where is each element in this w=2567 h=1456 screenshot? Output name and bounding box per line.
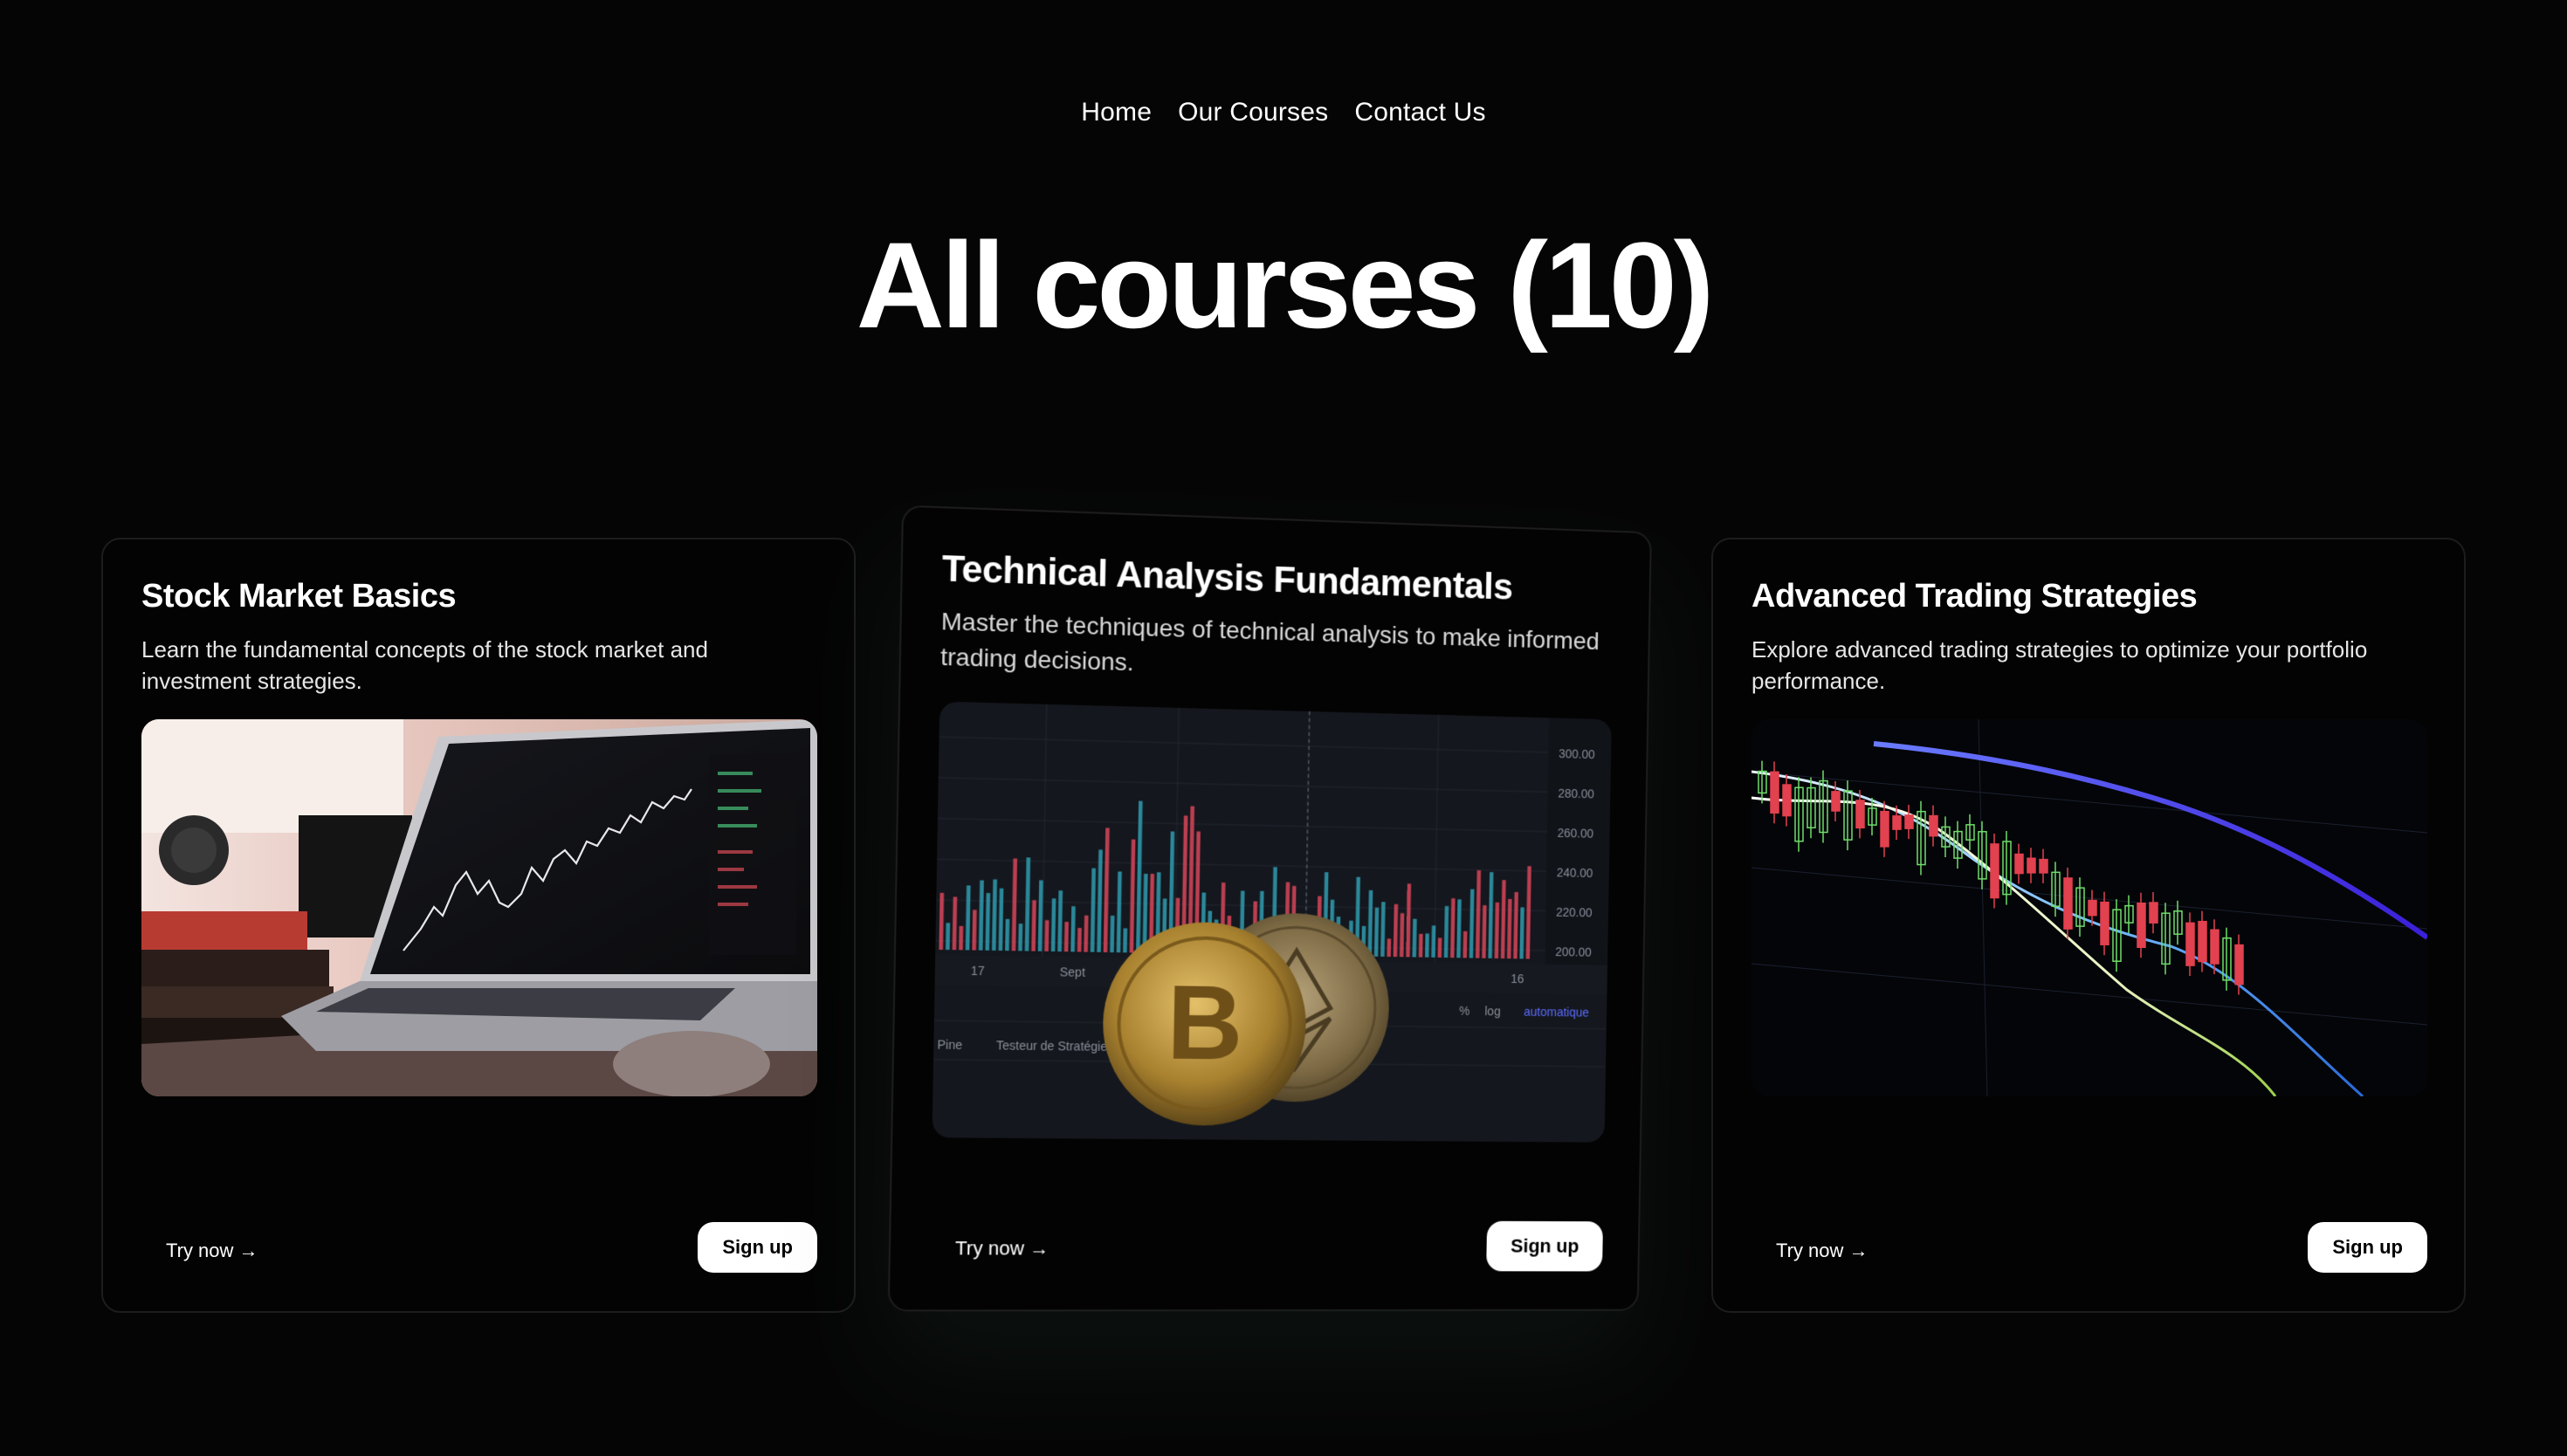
sign-up-button[interactable]: Sign up bbox=[698, 1222, 817, 1273]
candle-body bbox=[1892, 815, 1902, 830]
volume-bar bbox=[1063, 922, 1069, 952]
course-title: Technical Analysis Fundamentals bbox=[941, 546, 1513, 608]
volume-bar bbox=[1077, 928, 1082, 952]
course-card-technical-analysis[interactable]: Technical Analysis Fundamentals Master t… bbox=[887, 505, 1652, 1312]
axis-label: 220.00 bbox=[1556, 905, 1593, 919]
toolbar-label: automatique bbox=[1524, 1005, 1589, 1020]
course-card-advanced-trading[interactable]: Advanced Trading Strategies Explore adva… bbox=[1711, 538, 2466, 1313]
try-now-link[interactable]: Try now → bbox=[1776, 1240, 1868, 1262]
candle-body bbox=[1831, 791, 1841, 812]
course-description: Explore advanced trading strategies to o… bbox=[1751, 636, 2368, 694]
volume-bar bbox=[1437, 937, 1442, 958]
laptop-trading-chart-image bbox=[141, 719, 817, 1096]
candle-body bbox=[2234, 944, 2244, 986]
axis-label: 280.00 bbox=[1558, 786, 1594, 801]
candle-body bbox=[1782, 784, 1792, 817]
axis-label: 240.00 bbox=[1557, 866, 1593, 881]
candle-body bbox=[2198, 920, 2207, 963]
top-nav: Home Our Courses Contact Us bbox=[0, 98, 2567, 127]
nav-contact-us-link[interactable]: Contact Us bbox=[1354, 98, 1485, 127]
candle-body bbox=[2149, 902, 2158, 924]
candle-body bbox=[1990, 843, 1999, 899]
try-now-link[interactable]: Try now → bbox=[166, 1240, 258, 1262]
sign-up-button[interactable]: Sign up bbox=[2308, 1222, 2427, 1273]
volume-bar bbox=[1005, 918, 1010, 951]
course-description: Master the techniques of technical analy… bbox=[939, 607, 1600, 676]
volume-bar bbox=[1462, 931, 1468, 958]
volume-bar bbox=[1018, 924, 1023, 951]
volume-bar bbox=[1070, 906, 1076, 952]
svg-text:B: B bbox=[1166, 964, 1243, 1082]
time-label: 17 bbox=[971, 964, 985, 978]
volume-bar bbox=[1418, 933, 1423, 958]
try-now-link[interactable]: Try now → bbox=[955, 1237, 1050, 1260]
candle-body bbox=[2088, 899, 2097, 917]
panel-label: Testeur de Stratégie bbox=[996, 1038, 1108, 1054]
toolbar-label: % bbox=[1459, 1004, 1470, 1018]
candle-body bbox=[2039, 858, 2048, 874]
candle-body bbox=[2137, 902, 2146, 948]
volume-bar bbox=[945, 923, 951, 951]
course-card-stock-market-basics[interactable]: Stock Market Basics Learn the fundamenta… bbox=[101, 538, 856, 1313]
candle-body bbox=[2014, 853, 2024, 875]
candle-body bbox=[1929, 814, 1938, 837]
candle-body bbox=[2100, 901, 2109, 945]
volume-bar bbox=[1387, 938, 1392, 958]
candlestick-chart-image bbox=[1751, 719, 2427, 1096]
candle-body bbox=[1770, 771, 1779, 814]
panel-label: Pine bbox=[937, 1038, 962, 1052]
time-label: Sept bbox=[1060, 965, 1086, 979]
candle-body bbox=[1904, 814, 1914, 829]
volume-bar bbox=[959, 925, 964, 951]
volume-bar bbox=[1084, 915, 1089, 952]
volume-bar bbox=[1399, 913, 1405, 958]
course-description: Learn the fundamental concepts of the st… bbox=[141, 636, 708, 694]
nav-our-courses-link[interactable]: Our Courses bbox=[1178, 98, 1328, 127]
volume-bar bbox=[1425, 933, 1429, 958]
toolbar-label: log bbox=[1484, 1004, 1500, 1018]
volume-bar bbox=[1431, 925, 1436, 958]
volume-bar bbox=[1044, 920, 1050, 951]
time-label: 16 bbox=[1511, 972, 1524, 986]
volume-bar bbox=[1123, 928, 1128, 953]
candle-body bbox=[2063, 877, 2073, 930]
axis-label: 300.00 bbox=[1559, 746, 1595, 761]
page-title: All courses (10) bbox=[856, 216, 1715, 354]
volume-bar bbox=[972, 910, 977, 951]
candle-body bbox=[2210, 929, 2219, 965]
volume-bar bbox=[1110, 915, 1115, 953]
candle-body bbox=[2027, 857, 2036, 874]
sign-up-button[interactable]: Sign up bbox=[1486, 1220, 1603, 1272]
candle-body bbox=[1855, 800, 1865, 829]
candle-body bbox=[2185, 922, 2195, 966]
nav-home-link[interactable]: Home bbox=[1081, 98, 1152, 127]
course-title: Advanced Trading Strategies bbox=[1751, 578, 2198, 615]
crypto-coins-chart-image: 300.00 280.00 260.00 240.00 220.00 200.0… bbox=[932, 701, 1612, 1143]
course-title: Stock Market Basics bbox=[141, 578, 457, 615]
axis-label: 200.00 bbox=[1555, 944, 1592, 958]
volume-bar bbox=[1412, 918, 1417, 958]
axis-label: 260.00 bbox=[1558, 826, 1594, 841]
candle-body bbox=[1880, 810, 1889, 848]
